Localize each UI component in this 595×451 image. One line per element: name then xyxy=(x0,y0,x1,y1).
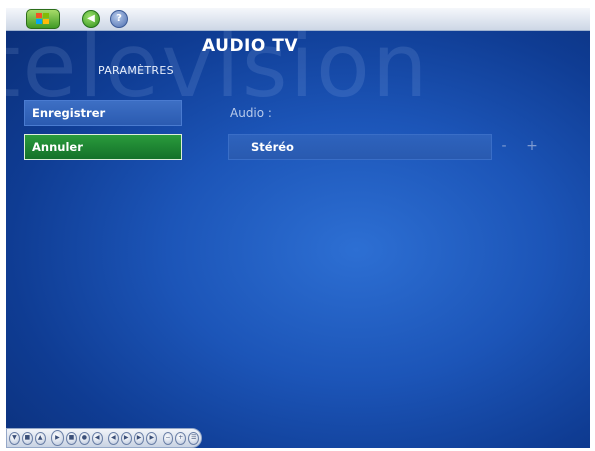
increase-button[interactable]: + xyxy=(522,136,542,156)
volume-up-icon: ▲ xyxy=(37,434,43,441)
next-icon: ▶ xyxy=(136,434,142,441)
previous-icon: ◀ xyxy=(94,434,100,441)
mute-button[interactable]: ■ xyxy=(21,431,33,445)
section-title: PARAMÈTRES xyxy=(98,64,174,77)
menu-item-record[interactable]: Enregistrer xyxy=(24,100,182,126)
menu-item-label: Enregistrer xyxy=(32,106,106,120)
plus-icon: + xyxy=(178,434,184,441)
skip-icon: ▶ xyxy=(149,434,155,441)
guide-icon: ☰ xyxy=(190,434,197,441)
audio-value: Stéréo xyxy=(251,140,294,154)
play-icon: ▶ xyxy=(55,434,60,441)
speaker-icon: ■ xyxy=(24,434,31,441)
channel-down-button[interactable]: − xyxy=(162,431,174,445)
next-button[interactable]: ▶ xyxy=(133,431,145,445)
rewind-icon: ◀ xyxy=(110,434,116,441)
stop-button[interactable]: ■ xyxy=(66,431,77,445)
rewind-button[interactable]: ◀ xyxy=(107,431,119,445)
record-icon: ● xyxy=(81,434,87,441)
fast-forward-button[interactable]: ▶ xyxy=(120,431,132,445)
record-button[interactable]: ● xyxy=(78,431,90,445)
minus-icon: − xyxy=(165,434,171,441)
stop-icon: ■ xyxy=(68,434,75,441)
previous-button[interactable]: ◀ xyxy=(91,431,103,445)
menu-item-cancel[interactable]: Annuler xyxy=(24,134,182,160)
volume-down-button[interactable]: ▼ xyxy=(9,431,20,445)
audio-label: Audio : xyxy=(230,106,272,120)
volume-up-button[interactable]: ▲ xyxy=(34,431,46,445)
media-center-window: ◀ ? television AUDIO TV PARAMÈTRES Enreg… xyxy=(6,8,590,448)
decrease-button[interactable]: - xyxy=(494,136,514,156)
fast-forward-icon: ▶ xyxy=(123,434,129,441)
menu-item-label: Annuler xyxy=(32,140,83,154)
transport-controls: ▼ ■ ▲ ▶ ■ ● ◀ ◀ ▶ ▶ ▶ − + ☰ xyxy=(6,428,202,448)
page-title: AUDIO TV xyxy=(202,36,298,56)
audio-value-field[interactable]: Stéréo xyxy=(228,134,492,160)
guide-button[interactable]: ☰ xyxy=(188,431,200,445)
channel-up-button[interactable]: + xyxy=(175,431,187,445)
play-button[interactable]: ▶ xyxy=(50,430,65,446)
volume-down-icon: ▼ xyxy=(12,434,17,441)
skip-button[interactable]: ▶ xyxy=(146,431,158,445)
